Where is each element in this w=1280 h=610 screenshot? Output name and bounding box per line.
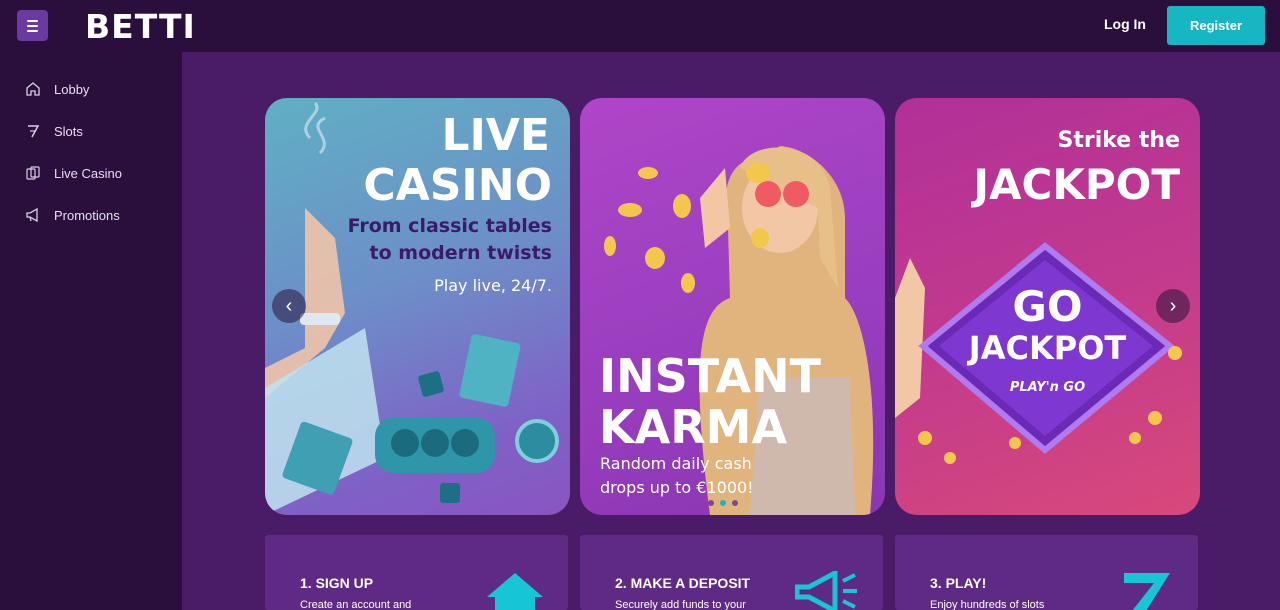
brand-logo[interactable]: BETTI xyxy=(85,8,196,46)
step-card-deposit: 2. MAKE A DEPOSIT Securely add funds to … xyxy=(580,535,883,610)
sidebar: Lobby Slots Live Casino Promotions xyxy=(0,52,182,610)
sidebar-item-label: Lobby xyxy=(54,81,90,97)
sidebar-item-label: Slots xyxy=(54,123,83,139)
login-link[interactable]: Log In xyxy=(1104,16,1146,32)
register-button[interactable]: Register xyxy=(1167,6,1265,45)
chevron-right-icon: › xyxy=(1169,294,1177,317)
cards-icon xyxy=(26,166,40,180)
megaphone-icon xyxy=(26,207,38,223)
top-header: BETTI Log In Register xyxy=(0,0,1280,52)
megaphone-icon xyxy=(795,571,857,610)
promo-card-live-casino[interactable]: LIVE CASINO From classic tables to moder… xyxy=(265,98,570,515)
card-pretitle: Strike the xyxy=(1057,128,1180,153)
sidebar-item-label: Live Casino xyxy=(54,165,122,181)
card-note: drops up to €1000! xyxy=(600,478,754,497)
card-subtitle: to modern twists xyxy=(369,242,552,264)
chevron-left-icon: ‹ xyxy=(285,294,293,317)
step-desc: Create an account and xyxy=(300,599,412,610)
step-title: 3. PLAY! xyxy=(930,575,987,591)
hamburger-icon xyxy=(27,19,38,22)
sidebar-item-live-casino[interactable]: Live Casino xyxy=(24,162,122,184)
hamburger-icon xyxy=(27,24,38,27)
carousel-prev-button[interactable]: ‹ xyxy=(272,289,306,323)
carousel-next-button[interactable]: › xyxy=(1156,289,1190,323)
house-icon xyxy=(487,573,543,610)
promo-card-jackpot[interactable]: Strike the JACKPOT GO JACKPOT PLAY'n GO xyxy=(895,98,1200,515)
jackpot-badge-line2: JACKPOT xyxy=(968,329,1127,367)
step-card-play: 3. PLAY! Enjoy hundreds of slots xyxy=(895,535,1198,610)
sidebar-item-lobby[interactable]: Lobby xyxy=(24,78,89,100)
step-title: 2. MAKE A DEPOSIT xyxy=(615,575,751,591)
card-note: Random daily cash xyxy=(600,454,752,473)
card-title: KARMA xyxy=(599,400,788,454)
sidebar-item-promotions[interactable]: Promotions xyxy=(24,204,120,226)
step-desc: Enjoy hundreds of slots xyxy=(930,599,1045,610)
sidebar-item-slots[interactable]: Slots xyxy=(24,120,83,142)
card-note: Play live, 24/7. xyxy=(434,276,552,295)
carousel-dot[interactable] xyxy=(732,500,738,506)
card-title: INSTANT xyxy=(599,349,822,403)
card-title: JACKPOT xyxy=(973,160,1180,209)
card-title: CASINO xyxy=(363,160,552,211)
menu-button[interactable] xyxy=(17,10,48,41)
card-title: LIVE xyxy=(441,110,550,161)
promo-card-instant-karma[interactable]: INSTANT KARMA Random daily cash drops up… xyxy=(580,98,885,515)
hamburger-icon xyxy=(27,29,38,32)
jackpot-badge-line1: GO xyxy=(1012,282,1083,331)
carousel-dots xyxy=(708,500,738,506)
card-subtitle: From classic tables xyxy=(347,215,552,237)
carousel-dot-active[interactable] xyxy=(720,500,726,506)
home-icon xyxy=(26,82,40,96)
sidebar-item-label: Promotions xyxy=(54,207,120,223)
step-card-signup: 1. SIGN UP Create an account and xyxy=(265,535,568,610)
step-desc: Securely add funds to your xyxy=(615,599,746,610)
seven-icon xyxy=(28,125,40,138)
seven-icon xyxy=(1124,573,1170,610)
step-title: 1. SIGN UP xyxy=(300,575,374,591)
carousel-dot[interactable] xyxy=(708,500,714,506)
jackpot-badge-brand: PLAY'n GO xyxy=(1009,380,1086,395)
